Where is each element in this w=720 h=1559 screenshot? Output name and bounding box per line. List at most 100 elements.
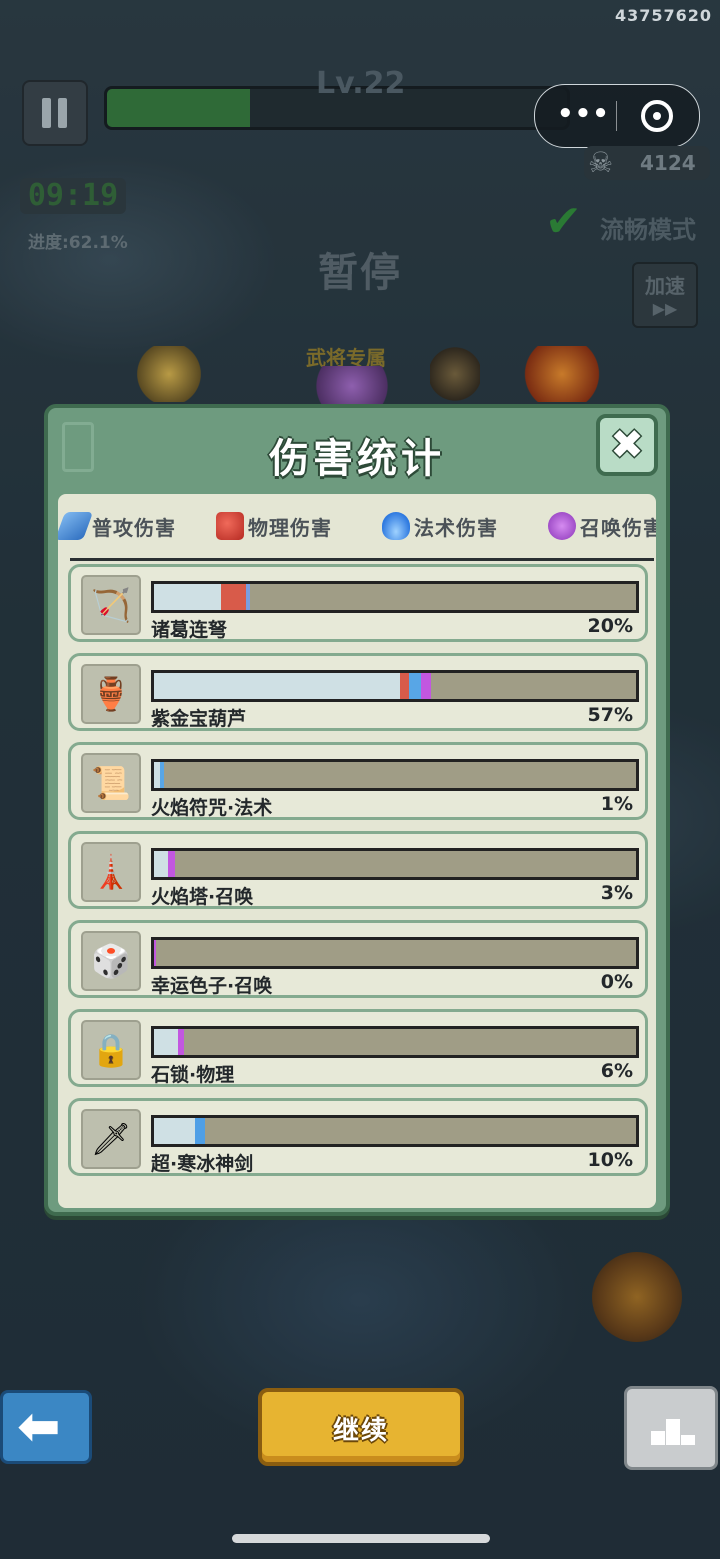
item-name: 火焰塔·召唤 <box>151 886 254 908</box>
sword-icon <box>58 512 94 540</box>
item-glyph: 🗡 <box>90 1120 132 1158</box>
item-glyph: 🎲 <box>91 942 131 980</box>
tab-label: 法术伤害 <box>414 515 498 540</box>
item-glyph: 🗼 <box>91 853 131 891</box>
damage-bar-segment <box>154 584 222 610</box>
damage-row: 🗡 超·寒冰神剑 10% <box>68 1098 648 1176</box>
close-icon: ✖ <box>610 422 644 468</box>
game-timer: 09:19 <box>20 178 126 214</box>
damage-percent: 3% <box>600 882 633 904</box>
damage-row: 🔒 石锁·物理 6% <box>68 1009 648 1087</box>
damage-percent: 20% <box>587 615 633 637</box>
damage-percent: 1% <box>600 793 633 815</box>
damage-percent: 57% <box>587 704 633 726</box>
fast-forward-icon: ▶▶ <box>652 299 678 318</box>
item-name: 火焰符咒·法术 <box>151 797 273 819</box>
tab-label: 召唤伤害 <box>580 515 656 540</box>
paused-title: 暂停 <box>318 250 402 296</box>
tab-underline <box>70 558 654 561</box>
tab-magic[interactable]: 法术伤害 <box>382 508 498 544</box>
damage-bar-segment <box>245 584 251 610</box>
level-label: Lv.22 <box>316 66 406 101</box>
item-name: 超·寒冰神剑 <box>151 1153 254 1175</box>
damage-percent: 6% <box>600 1060 633 1082</box>
dice-icon: 🎲 <box>81 931 141 991</box>
skull-icon: ☠ <box>588 146 614 179</box>
damage-bar-segment <box>194 1118 205 1144</box>
continue-label: 继续 <box>332 1416 389 1446</box>
speed-up-button[interactable]: 加速 ▶▶ <box>632 262 698 328</box>
item-glyph: 🏹 <box>91 586 131 624</box>
damage-bar-segment <box>154 673 400 699</box>
stone-lock-icon: 🔒 <box>81 1020 141 1080</box>
damage-bar-segment <box>160 762 164 788</box>
damage-row: 🗼 火焰塔·召唤 3% <box>68 831 648 909</box>
crossbow-icon: 🏹 <box>81 575 141 635</box>
damage-type-tabs: 普攻伤害 物理伤害 法术伤害 召唤伤害 <box>58 498 656 561</box>
damage-percent: 10% <box>587 1149 633 1171</box>
home-indicator <box>232 1534 490 1543</box>
damage-row: 🎲 幸运色子·召唤 0% <box>68 920 648 998</box>
checkmark-icon[interactable]: ✔ <box>545 200 582 244</box>
equipped-item-fire-talisman-icon <box>518 346 606 402</box>
close-miniprogram-icon[interactable] <box>641 100 673 132</box>
leaderboard-button[interactable] <box>624 1386 718 1470</box>
capsule-divider <box>616 101 617 131</box>
item-glyph: 🏺 <box>91 675 131 713</box>
item-glyph: 🔒 <box>91 1031 131 1069</box>
damage-bar-segment <box>154 1029 179 1055</box>
ice-sword-icon: 🗡 <box>81 1109 141 1169</box>
damage-row: 🏺 紫金宝葫芦 57% <box>68 653 648 731</box>
tab-physical[interactable]: 物理伤害 <box>216 508 332 544</box>
damage-row: 📜 火焰符咒·法术 1% <box>68 742 648 820</box>
damage-bar-segment <box>221 584 246 610</box>
item-name: 幸运色子·召唤 <box>151 975 273 997</box>
equipped-item-crossbow-icon <box>134 346 204 402</box>
tab-normal-attack[interactable]: 普攻伤害 <box>58 508 176 544</box>
damage-bar-segment <box>154 940 156 966</box>
damage-row: 🏹 诸葛连弩 20% <box>68 564 648 642</box>
item-glyph: 📜 <box>91 764 131 802</box>
damage-bar-segment <box>154 1118 195 1144</box>
damage-bar-segment <box>168 851 175 877</box>
mini-program-capsule: ••• <box>534 84 700 148</box>
pause-button[interactable] <box>22 80 88 146</box>
damage-bar <box>151 937 639 969</box>
damage-bar-segment <box>420 673 432 699</box>
paw-icon <box>548 512 576 540</box>
more-menu-icon[interactable]: ••• <box>557 99 610 129</box>
continue-button[interactable]: 继续 <box>258 1388 464 1466</box>
kill-counter: ☠ 4124 <box>584 146 710 180</box>
session-id: 43757620 <box>614 6 712 25</box>
fist-icon <box>216 512 244 540</box>
speed-up-label: 加速 <box>645 274 685 298</box>
damage-bar <box>151 1026 639 1058</box>
kill-count: 4124 <box>640 151 696 175</box>
dialog-content: 普攻伤害 物理伤害 法术伤害 召唤伤害 🏹 诸葛连弩 20% 🏺 紫金宝葫芦 57% 📜 火焰… <box>58 494 656 1208</box>
dialog-title: 伤害统计 <box>269 436 445 482</box>
item-name: 诸葛连弩 <box>151 619 228 641</box>
equipped-item-gourd-icon <box>306 366 398 406</box>
damage-bar-segment <box>399 673 410 699</box>
smooth-mode-label[interactable]: 流畅模式 <box>600 210 696 245</box>
skill-orb-icon[interactable] <box>592 1252 682 1342</box>
damage-bar <box>151 759 639 791</box>
xp-bar-fill <box>107 89 250 127</box>
damage-bar-segment <box>409 673 421 699</box>
damage-bar <box>151 848 639 880</box>
damage-bar <box>151 1115 639 1147</box>
damage-bar-segment <box>178 1029 184 1055</box>
stage-progress: 进度:62.1% <box>28 233 128 253</box>
back-button[interactable]: ⬅ <box>0 1390 92 1464</box>
back-arrow-icon: ⬅ <box>17 1397 61 1457</box>
close-button[interactable]: ✖ <box>596 414 658 476</box>
damage-bar <box>151 670 639 702</box>
podium-icon <box>651 1431 665 1445</box>
podium-icon-right <box>681 1435 695 1445</box>
damage-bar <box>151 581 639 613</box>
item-name: 石锁·物理 <box>151 1064 235 1086</box>
damage-bar-segment <box>154 851 169 877</box>
fire-talisman-icon: 📜 <box>81 753 141 813</box>
tab-summon[interactable]: 召唤伤害 <box>548 508 656 544</box>
tab-label: 物理伤害 <box>248 515 332 540</box>
